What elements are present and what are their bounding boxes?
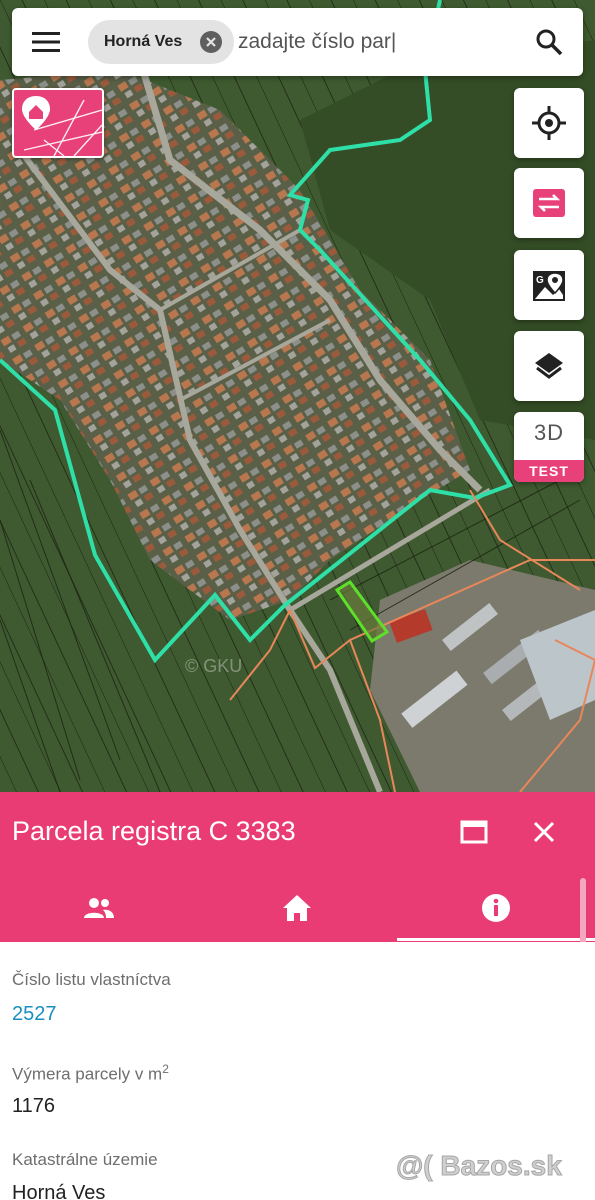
layers-button[interactable]: [514, 331, 584, 401]
close-circle-icon[interactable]: [200, 31, 222, 53]
cadastral-area-value: Horná Ves: [12, 1182, 106, 1200]
people-icon: [84, 898, 114, 918]
chip-label: Horná Ves: [104, 33, 183, 50]
search-icon[interactable]: [529, 22, 569, 62]
3d-test-button[interactable]: 3D TEST: [514, 412, 584, 482]
google-maps-button[interactable]: G: [514, 250, 584, 320]
bazos-watermark: @( Bazos.sk: [396, 1150, 563, 1182]
area-value: 1176: [12, 1095, 56, 1117]
home-icon: [283, 895, 311, 921]
field-label-cadastral-area: Katastrálne územie: [12, 1150, 158, 1169]
tab-owners[interactable]: [0, 876, 198, 940]
swap-icon: [533, 189, 565, 217]
locate-button[interactable]: [514, 88, 584, 158]
field-label-area: Výmera parcely v m2: [12, 1062, 169, 1084]
crosshair-icon: [532, 106, 566, 140]
search-bar: Horná Ves: [12, 8, 583, 76]
app-root: © GKU Horná Ves zadajte číslo par| G 3D …: [0, 0, 595, 1200]
parcel-panel-header: Parcela registra C 3383: [0, 792, 595, 942]
tab-info[interactable]: [397, 876, 595, 940]
parcel-search-input[interactable]: [238, 26, 438, 58]
swap-button[interactable]: [514, 168, 584, 238]
location-chip[interactable]: Horná Ves: [88, 20, 234, 64]
menu-icon[interactable]: [26, 22, 66, 62]
map-pin-icon: G: [533, 271, 565, 301]
map-view[interactable]: © GKU Horná Ves zadajte číslo par| G 3D …: [0, 0, 595, 792]
map-pin-icon: [22, 96, 50, 130]
tab-building[interactable]: [198, 876, 396, 940]
basemap-thumbnail[interactable]: [12, 88, 104, 158]
maximize-icon[interactable]: [456, 810, 492, 854]
3d-label: 3D: [533, 420, 565, 445]
test-badge: TEST: [514, 460, 584, 482]
close-icon[interactable]: [524, 810, 564, 854]
ownership-number-link[interactable]: 2527: [12, 1003, 57, 1026]
layers-icon: [535, 353, 563, 379]
svg-text:G: G: [536, 275, 544, 286]
panel-title: Parcela registra C 3383: [12, 816, 296, 846]
active-tab-indicator: [397, 938, 595, 941]
field-label-ownership-number: Číslo listu vlastníctva: [12, 970, 171, 989]
info-icon: [482, 894, 510, 922]
map-copyright: © GKU: [185, 656, 242, 676]
